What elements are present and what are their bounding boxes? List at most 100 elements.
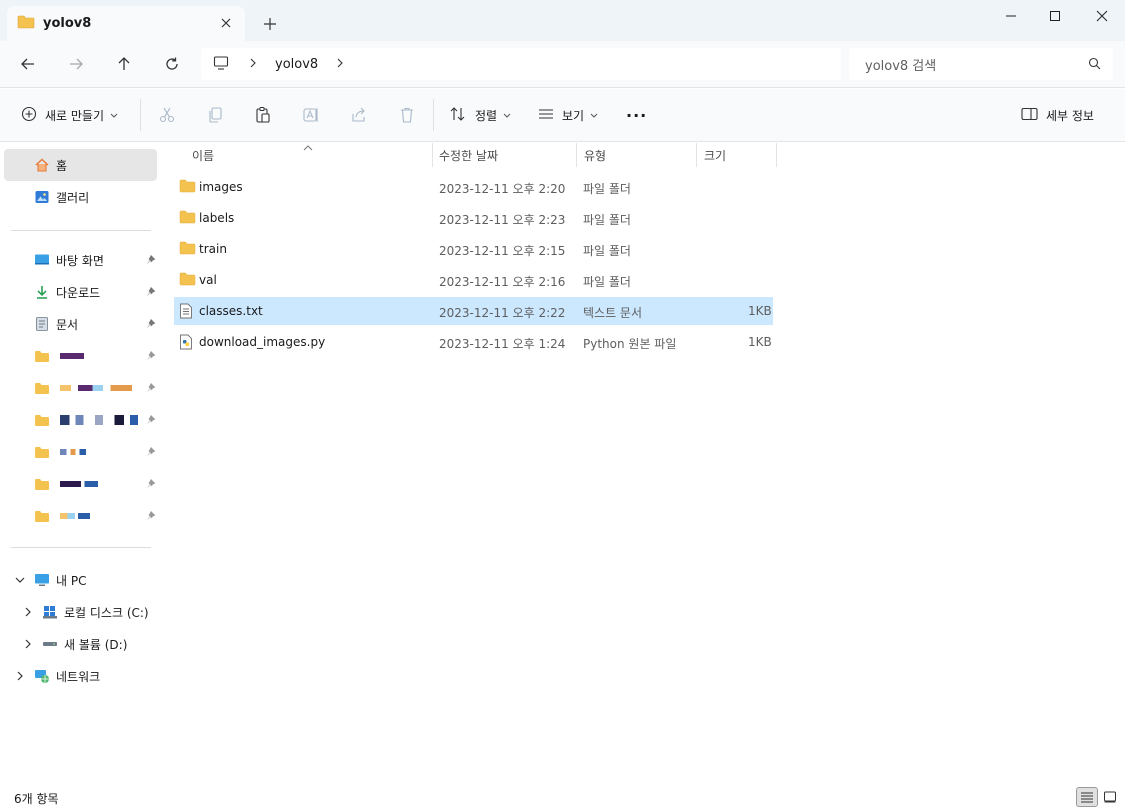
folder-icon xyxy=(179,241,196,257)
search-placeholder: yolov8 검색 xyxy=(865,58,937,74)
divider xyxy=(11,547,151,548)
sort-label: 정렬 xyxy=(475,108,498,123)
pin-icon[interactable] xyxy=(145,318,157,330)
sidebar-item-drive-d[interactable]: 새 볼륨 (D:) xyxy=(4,628,157,660)
column-header-type[interactable]: 유형 xyxy=(584,143,606,167)
pin-icon[interactable] xyxy=(145,286,157,298)
sidebar-item-this-pc[interactable]: 내 PC xyxy=(4,564,157,596)
sort-ascending-icon xyxy=(303,140,313,154)
file-modified: 2023-12-11 오후 1:24 xyxy=(439,337,566,351)
chevron-right-icon[interactable] xyxy=(249,57,257,71)
file-row[interactable]: labels 2023-12-11 오후 2:23 파일 폴더 xyxy=(174,204,773,232)
view-button[interactable]: 보기 xyxy=(538,102,598,128)
sidebar-item-downloads[interactable]: 다운로드 xyxy=(4,276,157,308)
chevron-right-icon[interactable] xyxy=(12,668,28,684)
close-tab-icon[interactable] xyxy=(217,14,235,32)
tab-yolov8[interactable]: yolov8 xyxy=(7,6,245,41)
sidebar-item-pinned-folder[interactable] xyxy=(4,468,157,500)
minimize-button[interactable] xyxy=(988,0,1034,32)
file-name: classes.txt xyxy=(199,304,263,318)
column-divider[interactable] xyxy=(776,143,777,167)
chevron-right-icon[interactable] xyxy=(20,636,36,652)
redacted-name xyxy=(60,415,138,425)
pin-icon[interactable] xyxy=(145,446,157,458)
redacted-name xyxy=(60,385,132,391)
delete-icon[interactable] xyxy=(396,104,418,126)
sidebar-item-network[interactable]: 네트워크 xyxy=(4,660,157,692)
close-window-button[interactable] xyxy=(1079,0,1125,32)
new-button[interactable]: 새로 만들기 xyxy=(21,102,118,128)
file-row[interactable]: val 2023-12-11 오후 2:16 파일 폴더 xyxy=(174,266,773,294)
redacted-name xyxy=(60,449,86,455)
column-header-modified[interactable]: 수정한 날짜 xyxy=(439,143,498,167)
more-options-button[interactable]: ··· xyxy=(626,102,647,128)
breadcrumb-yolov8[interactable]: yolov8 xyxy=(275,57,318,72)
pin-icon[interactable] xyxy=(145,382,157,394)
file-row[interactable]: images 2023-12-11 오후 2:20 파일 폴더 xyxy=(174,173,773,201)
rename-icon[interactable] xyxy=(300,104,322,126)
maximize-button[interactable] xyxy=(1032,0,1078,32)
large-icons-view-button[interactable] xyxy=(1099,787,1121,807)
file-row-selected[interactable]: classes.txt 2023-12-11 오후 2:22 텍스트 문서 1K… xyxy=(174,297,773,325)
redacted-name xyxy=(60,353,84,359)
column-divider[interactable] xyxy=(696,143,697,167)
paste-icon[interactable] xyxy=(252,104,274,126)
search-icon xyxy=(1088,57,1101,74)
details-pane-icon xyxy=(1021,107,1038,124)
folder-icon xyxy=(17,15,35,32)
file-modified: 2023-12-11 오후 2:20 xyxy=(439,182,566,196)
sidebar-label-drive-d: 새 볼륨 (D:) xyxy=(64,637,128,652)
up-button[interactable] xyxy=(110,51,138,77)
new-label: 새로 만들기 xyxy=(45,108,105,123)
column-divider[interactable] xyxy=(432,143,433,167)
details-view-button[interactable] xyxy=(1076,787,1098,807)
column-header-size[interactable]: 크기 xyxy=(704,143,726,167)
sidebar-item-home[interactable]: 홈 xyxy=(4,149,157,181)
sort-button[interactable]: 정렬 xyxy=(449,102,511,128)
sidebar-item-gallery[interactable]: 갤러리 xyxy=(4,181,157,213)
sidebar-item-pinned-folder[interactable] xyxy=(4,372,157,404)
back-button[interactable] xyxy=(14,51,42,77)
pin-icon[interactable] xyxy=(145,350,157,362)
sidebar-item-drive-c[interactable]: 로컬 디스크 (C:) xyxy=(4,596,157,628)
copy-icon[interactable] xyxy=(204,104,226,126)
cut-icon[interactable] xyxy=(156,104,178,126)
share-icon[interactable] xyxy=(348,104,370,126)
pin-icon[interactable] xyxy=(145,254,157,266)
forward-button[interactable] xyxy=(62,51,90,77)
sidebar-item-pinned-folder[interactable] xyxy=(4,340,157,372)
column-label-type: 유형 xyxy=(584,148,607,163)
column-label-modified: 수정한 날짜 xyxy=(439,148,499,163)
chevron-right-icon[interactable] xyxy=(336,57,344,71)
sort-icon xyxy=(449,106,467,125)
search-input[interactable]: yolov8 검색 xyxy=(849,48,1113,80)
sidebar-item-pinned-folder[interactable] xyxy=(4,500,157,532)
folder-icon xyxy=(34,508,50,524)
file-row[interactable]: download_images.py 2023-12-11 오후 1:24 Py… xyxy=(174,328,773,356)
column-header-name[interactable]: 이름 xyxy=(192,143,214,167)
drive-icon xyxy=(42,604,58,620)
file-size: 1KB xyxy=(748,304,772,318)
sidebar-item-pinned-folder[interactable] xyxy=(4,404,157,436)
sidebar-item-desktop[interactable]: 바탕 화면 xyxy=(4,244,157,276)
chevron-down-icon[interactable] xyxy=(12,572,28,588)
pin-icon[interactable] xyxy=(145,414,157,426)
pin-icon[interactable] xyxy=(145,510,157,522)
column-divider[interactable] xyxy=(576,143,577,167)
chevron-down-icon xyxy=(503,108,511,122)
sidebar-label-documents: 문서 xyxy=(56,317,79,332)
chevron-right-icon[interactable] xyxy=(20,604,36,620)
sidebar-item-pinned-folder[interactable] xyxy=(4,436,157,468)
address-bar[interactable]: yolov8 xyxy=(201,48,841,80)
redacted-name xyxy=(60,481,98,487)
pin-icon[interactable] xyxy=(145,478,157,490)
details-pane-button[interactable]: 세부 정보 xyxy=(1021,102,1094,128)
file-row[interactable]: train 2023-12-11 오후 2:15 파일 폴더 xyxy=(174,235,773,263)
redacted-name xyxy=(60,513,90,519)
new-tab-icon[interactable] xyxy=(260,14,280,34)
refresh-button[interactable] xyxy=(158,51,186,77)
sidebar-item-documents[interactable]: 문서 xyxy=(4,308,157,340)
file-type: 파일 폴더 xyxy=(583,213,631,227)
file-type: 파일 폴더 xyxy=(583,275,631,289)
gallery-icon xyxy=(34,189,50,205)
